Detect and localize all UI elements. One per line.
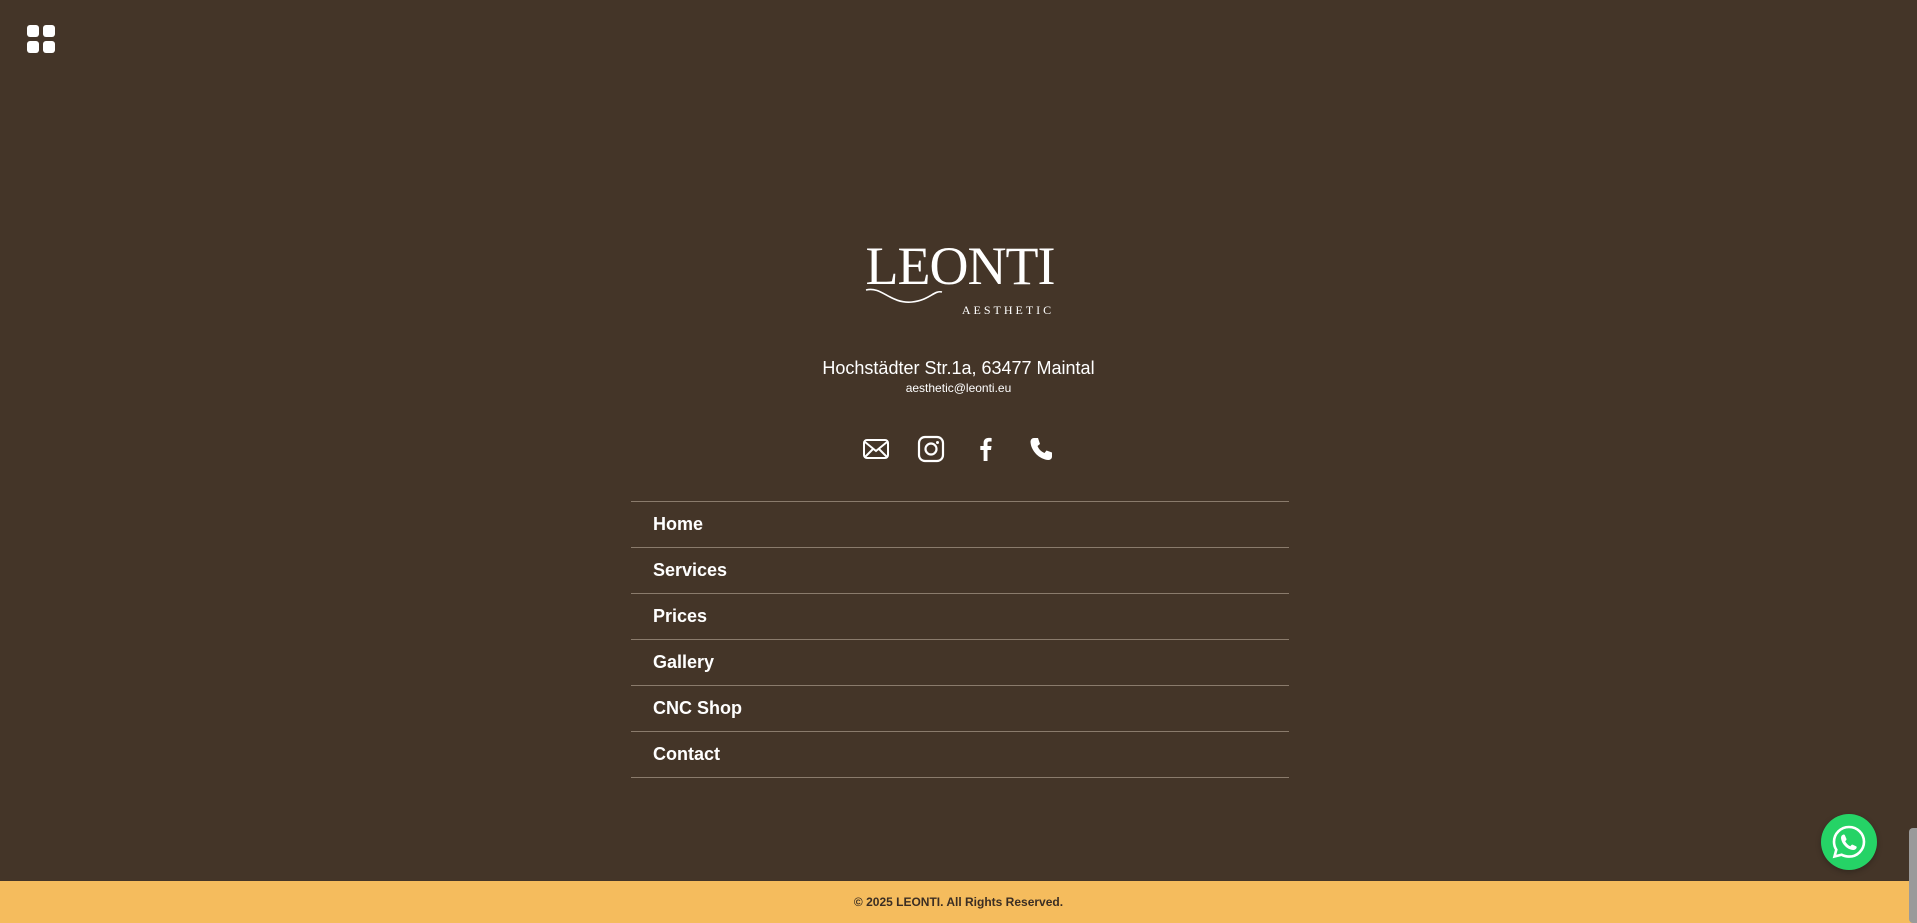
scrollbar-thumb[interactable] (1909, 828, 1917, 923)
nav-item-label: Contact (653, 744, 720, 764)
nav-item-contact[interactable]: Contact (631, 732, 1289, 778)
logo-wordmark: LEONTI (866, 236, 1055, 296)
email-icon[interactable] (862, 433, 890, 465)
facebook-icon[interactable] (972, 433, 1000, 465)
page: LEONTI AESTHETIC Hochstädter Str.1a, 634… (0, 0, 1917, 923)
grid-cell (43, 25, 55, 37)
nav-item-label: Prices (653, 606, 708, 626)
whatsapp-button[interactable] (1821, 814, 1877, 870)
footer-nav: Home Services Prices Gallery CNC Shop Co… (631, 501, 1289, 778)
nav-item-label: CNC Shop (653, 698, 742, 718)
leonti-logo[interactable]: LEONTI AESTHETIC (860, 232, 1060, 322)
copyright-text: © 2025 LEONTI. All Rights Reserved. (853, 895, 1064, 909)
nav-item-cnc-shop[interactable]: CNC Shop (631, 686, 1289, 732)
grid-cell (27, 41, 39, 53)
phone-icon[interactable] (1027, 433, 1055, 465)
logo-tagline: AESTHETIC (962, 303, 1054, 317)
nav-item-home[interactable]: Home (631, 502, 1289, 548)
address: Hochstädter Str.1a, 63477 Maintal (822, 358, 1095, 378)
grid-menu-icon[interactable] (27, 25, 55, 53)
nav-item-label: Home (653, 514, 704, 534)
email-text[interactable]: aesthetic@leonti.eu (0, 380, 1917, 396)
nav-item-prices[interactable]: Prices (631, 594, 1289, 640)
nav-item-label: Gallery (653, 652, 715, 672)
nav-item-label: Services (653, 560, 728, 580)
whatsapp-icon (1832, 825, 1866, 859)
grid-cell (27, 25, 39, 37)
nav-item-gallery[interactable]: Gallery (631, 640, 1289, 686)
instagram-icon[interactable] (917, 433, 945, 465)
grid-cell (43, 41, 55, 53)
nav-item-services[interactable]: Services (631, 548, 1289, 594)
social-links (0, 433, 1917, 465)
footer-bar: © 2025 LEONTI. All Rights Reserved. (0, 881, 1917, 923)
